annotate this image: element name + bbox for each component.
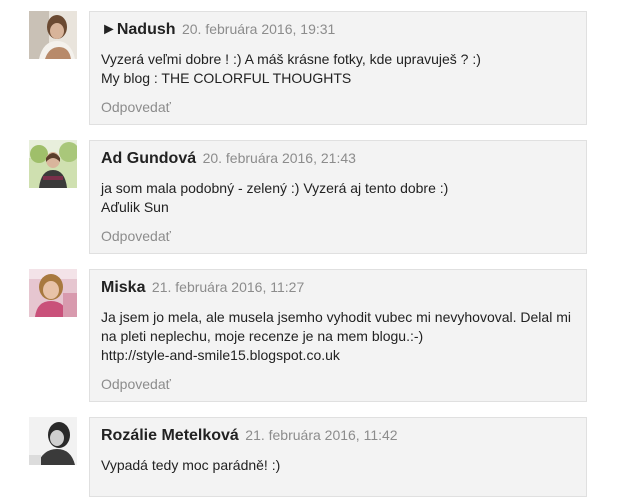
comment-author[interactable]: Ad Gundová [101, 150, 196, 167]
avatar[interactable] [29, 417, 77, 465]
user-photo-icon [29, 140, 77, 188]
user-photo-icon [29, 269, 77, 317]
comment-header: Ad Gundová 20. februára 2016, 21:43 [101, 150, 356, 168]
comment-author[interactable]: ►Nadush [101, 21, 176, 38]
comment-box: Rozálie Metelková 21. februára 2016, 11:… [89, 417, 587, 497]
comment-author[interactable]: Miska [101, 279, 145, 296]
comment-box: Miska 21. februára 2016, 11:27 Ja jsem j… [89, 269, 587, 402]
user-photo-icon [29, 417, 77, 465]
comment-box: Ad Gundová 20. februára 2016, 21:43 ja s… [89, 140, 587, 254]
comment-text-line: ja som mala podobný - zelený :) Vyzerá a… [101, 180, 449, 196]
comment-text-line: Vyzerá veľmi dobre ! :) A máš krásne fot… [101, 51, 481, 67]
comment-text-line: My blog : THE COLORFUL THOUGHTS [101, 70, 352, 86]
comment-body: Vypadá tedy moc parádně! :) [101, 456, 581, 475]
reply-link[interactable]: Odpovedať [101, 99, 171, 115]
reply-link[interactable]: Odpovedať [101, 376, 171, 392]
comment-author[interactable]: Rozálie Metelková [101, 427, 239, 444]
comment-body: ja som mala podobný - zelený :) Vyzerá a… [101, 179, 581, 217]
comment-date[interactable]: 21. februára 2016, 11:42 [245, 427, 397, 443]
comment-date[interactable]: 21. februára 2016, 11:27 [152, 279, 304, 295]
comment-header: Rozálie Metelková 21. februára 2016, 11:… [101, 427, 398, 445]
comment-box: ►Nadush 20. februára 2016, 19:31 Vyzerá … [89, 11, 587, 125]
avatar[interactable] [29, 269, 77, 317]
comment-text-line: Aďulik Sun [101, 199, 169, 215]
avatar[interactable] [29, 11, 77, 59]
avatar[interactable] [29, 140, 77, 188]
user-photo-icon [29, 11, 77, 59]
comment-body: Vyzerá veľmi dobre ! :) A máš krásne fot… [101, 50, 581, 88]
comment-text-line: na pleti neplechu, moje recenze je na me… [101, 328, 424, 344]
comment-body: Ja jsem jo mela, ale musela jsemho vyhod… [101, 308, 581, 365]
comment-date[interactable]: 20. februára 2016, 21:43 [203, 150, 356, 166]
comment-text-line: Vypadá tedy moc parádně! :) [101, 457, 281, 473]
comment-text-line: Ja jsem jo mela, ale musela jsemho vyhod… [101, 309, 571, 325]
comment-header: Miska 21. februára 2016, 11:27 [101, 279, 304, 297]
comment-header: ►Nadush 20. februára 2016, 19:31 [101, 21, 335, 39]
comment-text-line[interactable]: http://style-and-smile15.blogspot.co.uk [101, 346, 581, 365]
reply-link[interactable]: Odpovedať [101, 228, 171, 244]
comment-date[interactable]: 20. februára 2016, 19:31 [182, 21, 335, 37]
